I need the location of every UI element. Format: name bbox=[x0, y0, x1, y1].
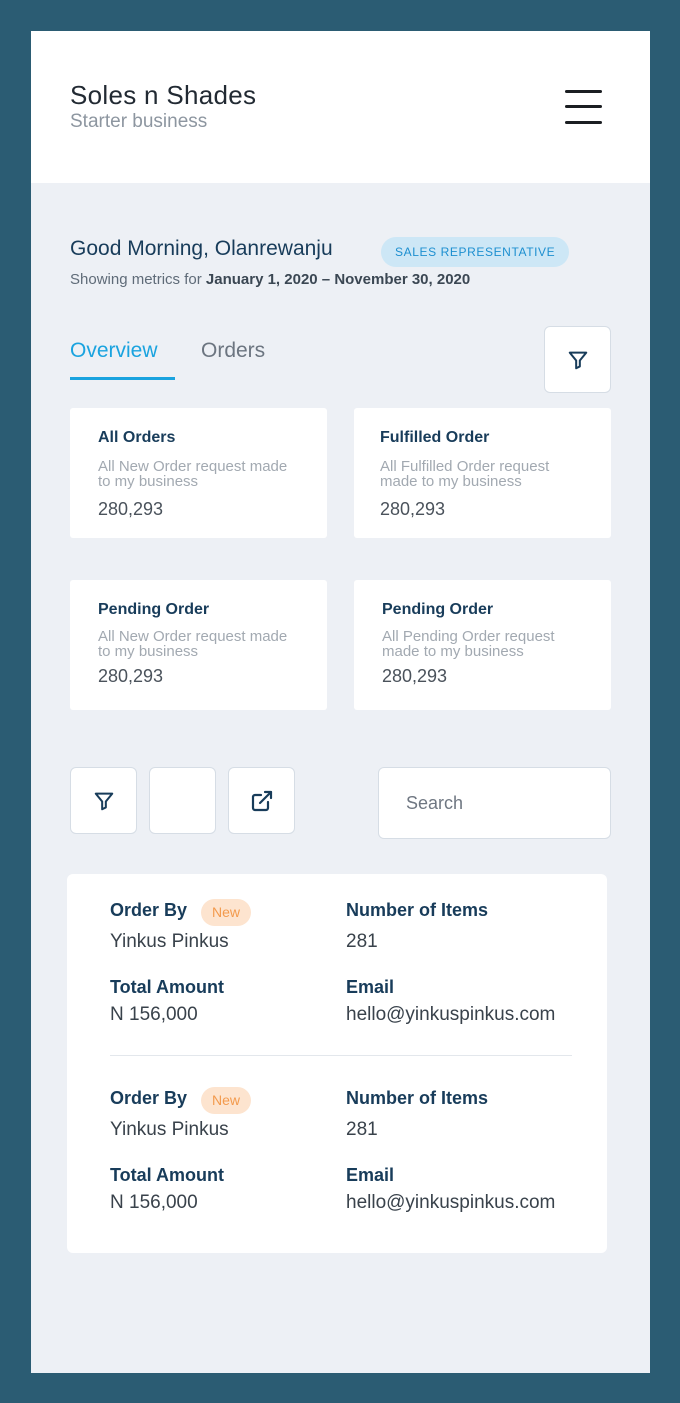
metrics-date-range: January 1, 2020 – November 30, 2020 bbox=[205, 271, 471, 288]
email-label: Email bbox=[346, 1165, 395, 1185]
active-tab-indicator bbox=[70, 377, 175, 380]
card-value: 280,293 bbox=[98, 666, 164, 686]
email-value: hello@yinkuspinkus.com bbox=[346, 1004, 556, 1025]
items-value: 281 bbox=[346, 931, 378, 952]
metrics-range-text: Showing metrics for January 1, 2020 – No… bbox=[70, 271, 470, 288]
order-by-value: Yinkus Pinkus bbox=[110, 1119, 229, 1140]
email-label: Email bbox=[346, 977, 395, 997]
top-bar: Soles n Shades Starter business bbox=[31, 31, 650, 183]
filter-icon bbox=[94, 792, 113, 810]
status-badge: New bbox=[201, 1087, 252, 1114]
items-value: 281 bbox=[346, 1119, 378, 1140]
filter-button[interactable] bbox=[544, 326, 611, 393]
list-filter-button[interactable] bbox=[70, 767, 137, 834]
list-item[interactable]: Order By New Yinkus Pinkus Number of Ite… bbox=[67, 1062, 607, 1222]
card-pending-order[interactable]: Pending Order All New Order request made… bbox=[70, 580, 327, 710]
order-by-label: Order By bbox=[110, 1088, 188, 1108]
card-title: Pending Order bbox=[98, 601, 210, 618]
card-title: Fulfilled Order bbox=[380, 429, 490, 446]
external-link-icon bbox=[251, 790, 272, 811]
card-description: All Fulfilled Order request made to my b… bbox=[380, 458, 550, 490]
greeting-text: Good Morning, Olanrewanju bbox=[70, 237, 333, 260]
card-title: All Orders bbox=[98, 429, 176, 446]
amount-value: N 156,000 bbox=[110, 1192, 198, 1213]
card-all-orders[interactable]: All Orders All New Order request made to… bbox=[70, 408, 327, 538]
card-fulfilled-order[interactable]: Fulfilled Order All Fulfilled Order requ… bbox=[354, 408, 611, 538]
card-pending-order-2[interactable]: Pending Order All Pending Order request … bbox=[354, 580, 611, 710]
tab-orders[interactable]: Orders bbox=[201, 339, 265, 363]
blank-action-button[interactable] bbox=[149, 767, 216, 834]
items-label: Number of Items bbox=[346, 900, 489, 920]
amount-label: Total Amount bbox=[110, 977, 224, 997]
order-by-value: Yinkus Pinkus bbox=[110, 931, 229, 952]
list-item[interactable]: Order By New Yinkus Pinkus Number of Ite… bbox=[67, 874, 607, 1034]
divider bbox=[110, 1055, 572, 1056]
filter-icon bbox=[568, 351, 587, 369]
search-input[interactable] bbox=[378, 767, 611, 839]
items-label: Number of Items bbox=[346, 1088, 489, 1108]
card-value: 280,293 bbox=[382, 666, 448, 686]
email-value: hello@yinkuspinkus.com bbox=[346, 1192, 556, 1213]
orders-list: Order By New Yinkus Pinkus Number of Ite… bbox=[67, 874, 607, 1253]
card-description: All New Order request made to my busines… bbox=[98, 628, 288, 660]
metrics-prefix: Showing metrics for bbox=[70, 271, 206, 288]
export-button[interactable] bbox=[228, 767, 295, 834]
role-badge: SALES REPRESENTATIVE bbox=[381, 237, 570, 267]
amount-label: Total Amount bbox=[110, 1165, 224, 1185]
card-value: 280,293 bbox=[380, 499, 446, 519]
hamburger-menu-icon[interactable] bbox=[565, 90, 602, 124]
app-screen: Soles n Shades Starter business Good Mor… bbox=[31, 31, 650, 1373]
tab-overview[interactable]: Overview bbox=[70, 339, 158, 363]
order-by-label: Order By bbox=[110, 900, 188, 920]
card-value: 280,293 bbox=[98, 499, 164, 519]
card-description: All New Order request made to my busines… bbox=[98, 458, 288, 490]
status-badge: New bbox=[201, 899, 252, 926]
brand-subtitle: Starter business bbox=[70, 111, 208, 132]
brand-name: Soles n Shades bbox=[70, 80, 257, 110]
card-description: All Pending Order request made to my bus… bbox=[382, 628, 555, 660]
card-title: Pending Order bbox=[382, 601, 494, 618]
amount-value: N 156,000 bbox=[110, 1004, 198, 1025]
